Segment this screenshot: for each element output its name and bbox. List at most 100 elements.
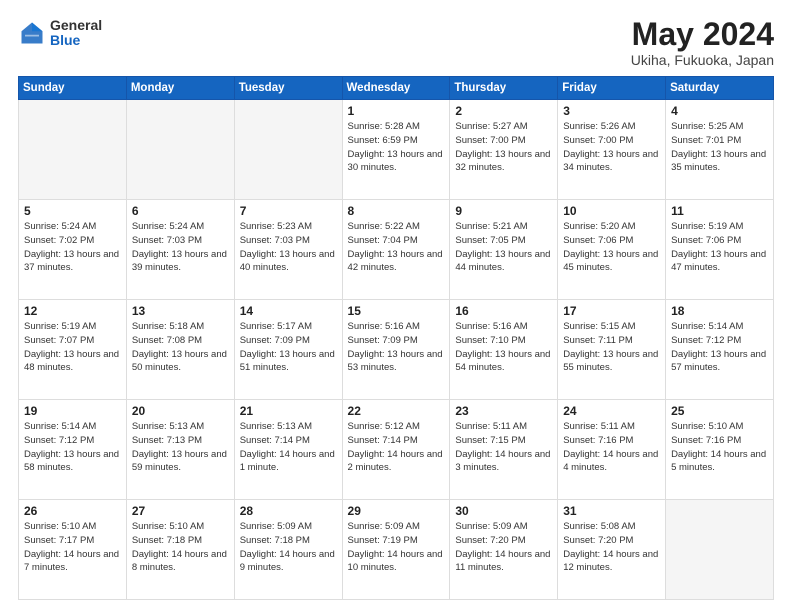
day-number: 12 — [24, 304, 121, 318]
day-number: 21 — [240, 404, 337, 418]
table-row: 31 Sunrise: 5:08 AM Sunset: 7:20 PM Dayli… — [558, 500, 666, 600]
day-number: 3 — [563, 104, 660, 118]
table-row — [234, 100, 342, 200]
table-row: 6 Sunrise: 5:24 AM Sunset: 7:03 PM Daylig… — [126, 200, 234, 300]
header-wednesday: Wednesday — [342, 77, 450, 100]
header-monday: Monday — [126, 77, 234, 100]
day-number: 15 — [348, 304, 445, 318]
table-row: 25 Sunrise: 5:10 AM Sunset: 7:16 PM Dayli… — [666, 400, 774, 500]
table-row: 22Sunrise: 5:12 AM Sunset: 7:14 PM Dayli… — [342, 400, 450, 500]
table-row: 16 Sunrise: 5:16 AM Sunset: 7:10 PM Dayli… — [450, 300, 558, 400]
day-number: 16 — [455, 304, 552, 318]
day-number: 10 — [563, 204, 660, 218]
logo: General Blue — [18, 18, 102, 49]
calendar-table: Sunday Monday Tuesday Wednesday Thursday… — [18, 76, 774, 600]
header-sunday: Sunday — [19, 77, 127, 100]
table-row: 26 Sunrise: 5:10 AM Sunset: 7:17 PM Dayli… — [19, 500, 127, 600]
table-row — [666, 500, 774, 600]
day-number: 30 — [455, 504, 552, 518]
day-info: Sunrise: 5:09 AM Sunset: 7:18 PM Dayligh… — [240, 520, 337, 575]
day-number: 13 — [132, 304, 229, 318]
header-friday: Friday — [558, 77, 666, 100]
table-row: 29Sunrise: 5:09 AM Sunset: 7:19 PM Dayli… — [342, 500, 450, 600]
day-info: Sunrise: 5:20 AM Sunset: 7:06 PM Dayligh… — [563, 220, 660, 275]
title-block: May 2024 Ukiha, Fukuoka, Japan — [631, 18, 774, 68]
day-number: 9 — [455, 204, 552, 218]
day-number: 14 — [240, 304, 337, 318]
day-info: Sunrise: 5:27 AM Sunset: 7:00 PM Dayligh… — [455, 120, 552, 175]
day-number: 7 — [240, 204, 337, 218]
day-info: Sunrise: 5:10 AM Sunset: 7:17 PM Dayligh… — [24, 520, 121, 575]
day-info: Sunrise: 5:16 AM Sunset: 7:10 PM Dayligh… — [455, 320, 552, 375]
table-row: 13 Sunrise: 5:18 AM Sunset: 7:08 PM Dayli… — [126, 300, 234, 400]
day-number: 18 — [671, 304, 768, 318]
table-row: 30Sunrise: 5:09 AM Sunset: 7:20 PM Dayli… — [450, 500, 558, 600]
table-row: 15 Sunrise: 5:16 AM Sunset: 7:09 PM Dayli… — [342, 300, 450, 400]
calendar-week-row: 12 Sunrise: 5:19 AM Sunset: 7:07 PM Dayli… — [19, 300, 774, 400]
page: General Blue May 2024 Ukiha, Fukuoka, Ja… — [0, 0, 792, 612]
table-row: 10 Sunrise: 5:20 AM Sunset: 7:06 PM Dayli… — [558, 200, 666, 300]
table-row: 2 Sunrise: 5:27 AM Sunset: 7:00 PM Daylig… — [450, 100, 558, 200]
day-info: Sunrise: 5:28 AM Sunset: 6:59 PM Dayligh… — [348, 120, 445, 175]
table-row: 18 Sunrise: 5:14 AM Sunset: 7:12 PM Dayli… — [666, 300, 774, 400]
day-info: Sunrise: 5:24 AM Sunset: 7:03 PM Dayligh… — [132, 220, 229, 275]
table-row: 21 Sunrise: 5:13 AM Sunset: 7:14 PM Dayli… — [234, 400, 342, 500]
table-row: 24Sunrise: 5:11 AM Sunset: 7:16 PM Dayli… — [558, 400, 666, 500]
day-info: Sunrise: 5:08 AM Sunset: 7:20 PM Dayligh… — [563, 520, 660, 575]
day-number: 17 — [563, 304, 660, 318]
table-row: 1 Sunrise: 5:28 AM Sunset: 6:59 PM Daylig… — [342, 100, 450, 200]
day-number: 8 — [348, 204, 445, 218]
calendar-week-row: 26 Sunrise: 5:10 AM Sunset: 7:17 PM Dayli… — [19, 500, 774, 600]
table-row: 19 Sunrise: 5:14 AM Sunset: 7:12 PM Dayli… — [19, 400, 127, 500]
calendar-week-row: 1 Sunrise: 5:28 AM Sunset: 6:59 PM Daylig… — [19, 100, 774, 200]
logo-text: General Blue — [50, 18, 102, 49]
day-info: Sunrise: 5:14 AM Sunset: 7:12 PM Dayligh… — [24, 420, 121, 475]
day-info: Sunrise: 5:11 AM Sunset: 7:15 PM Dayligh… — [455, 420, 552, 475]
day-number: 26 — [24, 504, 121, 518]
day-number: 23 — [455, 404, 552, 418]
logo-icon — [18, 19, 46, 47]
table-row: 27 Sunrise: 5:10 AM Sunset: 7:18 PM Dayli… — [126, 500, 234, 600]
title-month: May 2024 — [631, 18, 774, 50]
weekday-header-row: Sunday Monday Tuesday Wednesday Thursday… — [19, 77, 774, 100]
day-number: 2 — [455, 104, 552, 118]
day-info: Sunrise: 5:24 AM Sunset: 7:02 PM Dayligh… — [24, 220, 121, 275]
day-number: 19 — [24, 404, 121, 418]
day-info: Sunrise: 5:19 AM Sunset: 7:06 PM Dayligh… — [671, 220, 768, 275]
table-row: 11 Sunrise: 5:19 AM Sunset: 7:06 PM Dayli… — [666, 200, 774, 300]
day-info: Sunrise: 5:13 AM Sunset: 7:13 PM Dayligh… — [132, 420, 229, 475]
table-row: 4Sunrise: 5:25 AM Sunset: 7:01 PM Daylig… — [666, 100, 774, 200]
day-info: Sunrise: 5:22 AM Sunset: 7:04 PM Dayligh… — [348, 220, 445, 275]
day-info: Sunrise: 5:18 AM Sunset: 7:08 PM Dayligh… — [132, 320, 229, 375]
day-info: Sunrise: 5:13 AM Sunset: 7:14 PM Dayligh… — [240, 420, 337, 475]
day-number: 5 — [24, 204, 121, 218]
table-row: 20 Sunrise: 5:13 AM Sunset: 7:13 PM Dayli… — [126, 400, 234, 500]
day-info: Sunrise: 5:10 AM Sunset: 7:18 PM Dayligh… — [132, 520, 229, 575]
day-info: Sunrise: 5:19 AM Sunset: 7:07 PM Dayligh… — [24, 320, 121, 375]
day-info: Sunrise: 5:25 AM Sunset: 7:01 PM Dayligh… — [671, 120, 768, 175]
day-number: 25 — [671, 404, 768, 418]
day-info: Sunrise: 5:12 AM Sunset: 7:14 PM Dayligh… — [348, 420, 445, 475]
day-number: 1 — [348, 104, 445, 118]
day-info: Sunrise: 5:10 AM Sunset: 7:16 PM Dayligh… — [671, 420, 768, 475]
day-number: 20 — [132, 404, 229, 418]
table-row — [19, 100, 127, 200]
day-info: Sunrise: 5:23 AM Sunset: 7:03 PM Dayligh… — [240, 220, 337, 275]
logo-blue-text: Blue — [50, 33, 102, 48]
day-info: Sunrise: 5:16 AM Sunset: 7:09 PM Dayligh… — [348, 320, 445, 375]
table-row: 28Sunrise: 5:09 AM Sunset: 7:18 PM Dayli… — [234, 500, 342, 600]
day-info: Sunrise: 5:09 AM Sunset: 7:19 PM Dayligh… — [348, 520, 445, 575]
day-info: Sunrise: 5:11 AM Sunset: 7:16 PM Dayligh… — [563, 420, 660, 475]
calendar-week-row: 5 Sunrise: 5:24 AM Sunset: 7:02 PM Daylig… — [19, 200, 774, 300]
day-info: Sunrise: 5:14 AM Sunset: 7:12 PM Dayligh… — [671, 320, 768, 375]
header-thursday: Thursday — [450, 77, 558, 100]
table-row: 3Sunrise: 5:26 AM Sunset: 7:00 PM Daylig… — [558, 100, 666, 200]
day-number: 31 — [563, 504, 660, 518]
table-row: 7 Sunrise: 5:23 AM Sunset: 7:03 PM Daylig… — [234, 200, 342, 300]
calendar-week-row: 19 Sunrise: 5:14 AM Sunset: 7:12 PM Dayli… — [19, 400, 774, 500]
day-number: 27 — [132, 504, 229, 518]
day-number: 6 — [132, 204, 229, 218]
day-number: 11 — [671, 204, 768, 218]
table-row: 5 Sunrise: 5:24 AM Sunset: 7:02 PM Daylig… — [19, 200, 127, 300]
title-location: Ukiha, Fukuoka, Japan — [631, 52, 774, 68]
